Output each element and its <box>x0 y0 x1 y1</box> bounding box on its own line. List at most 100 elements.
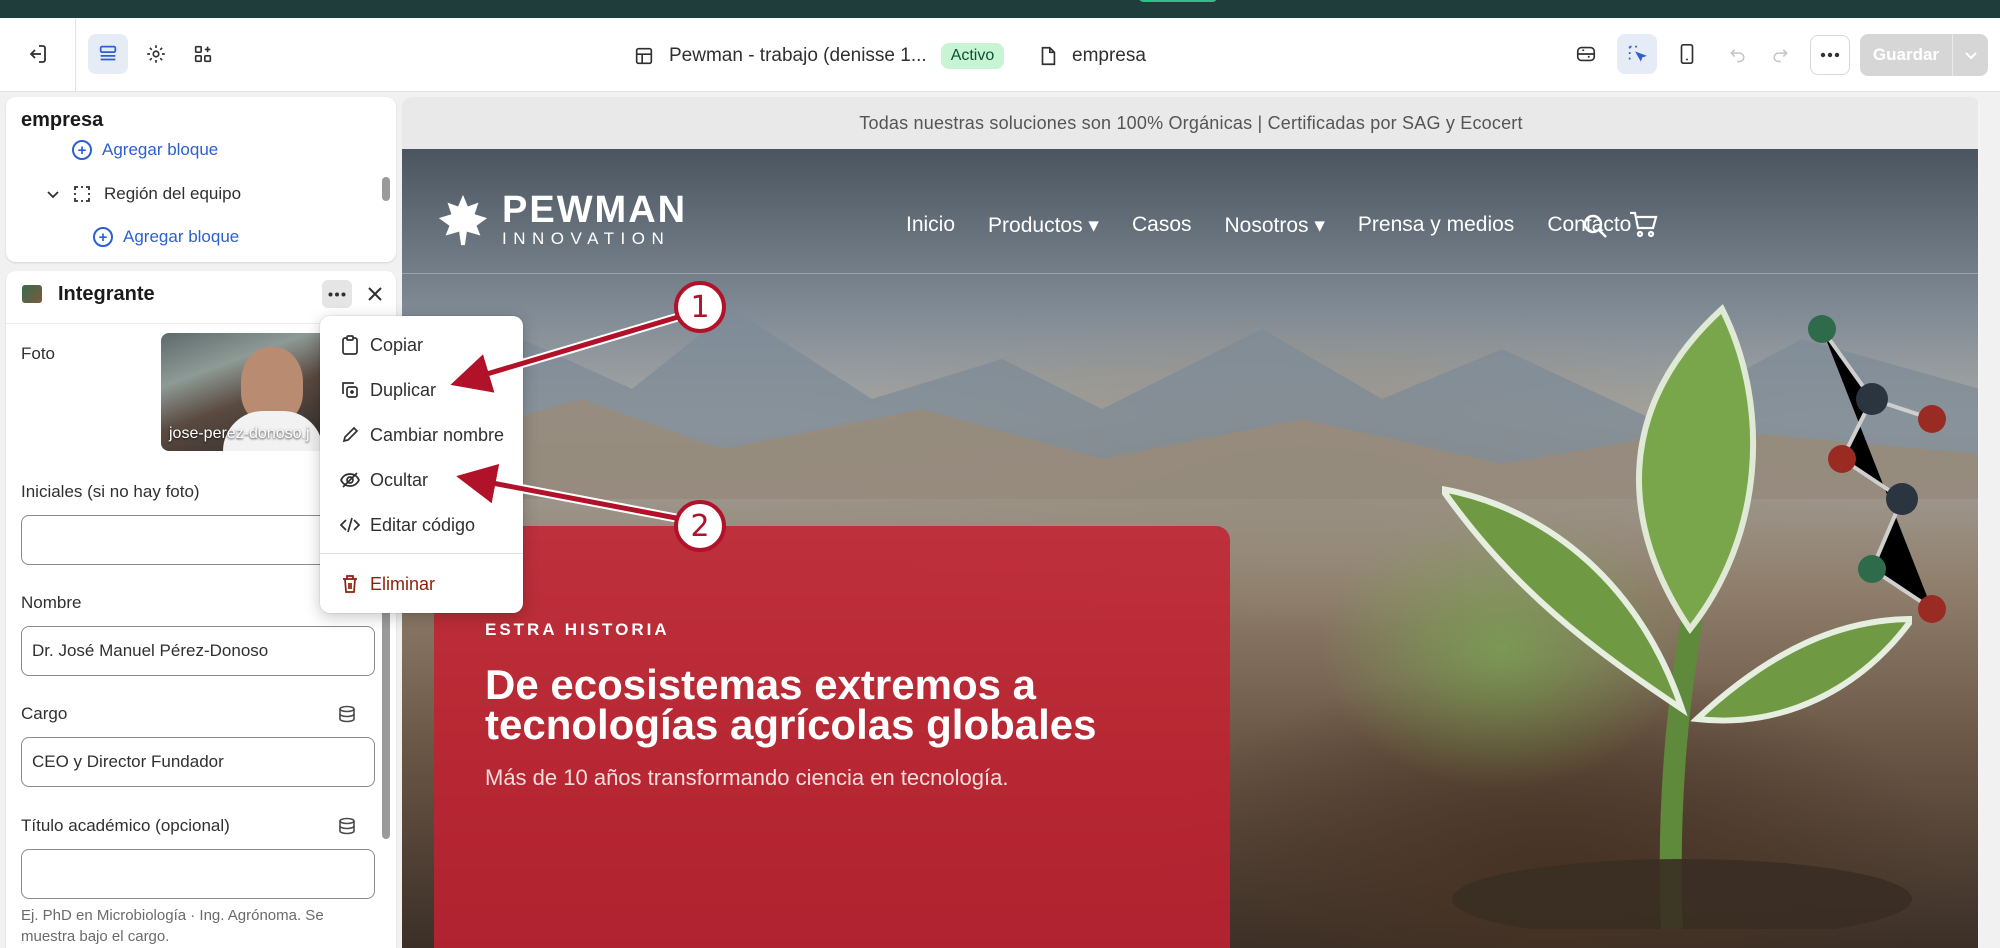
page-icon <box>1041 46 1056 66</box>
theme-status-badge: Activo <box>940 43 1005 69</box>
block-thumbnail-icon <box>22 285 42 303</box>
add-block-button[interactable]: + Agregar bloque <box>72 140 218 160</box>
sections-panel-title: empresa <box>21 109 104 131</box>
more-actions-button[interactable] <box>1810 35 1850 75</box>
select-cursor-icon <box>1628 45 1647 62</box>
sections-scrollbar[interactable] <box>382 177 390 201</box>
select-element-button[interactable] <box>1617 34 1657 74</box>
team-region-item[interactable]: Región del equipo <box>46 184 241 204</box>
menu-item-label: Cambiar nombre <box>370 424 505 445</box>
chevron-down-icon <box>47 191 59 199</box>
eye-off-icon <box>340 472 360 488</box>
dynamic-source-icon[interactable] <box>337 704 357 724</box>
block-title: Integrante <box>58 283 155 305</box>
apps-icon <box>194 45 212 63</box>
editor-toolbar: Pewman - trabajo (denisse 1... Activo em… <box>0 18 2000 92</box>
annotation-callout-1: 1 <box>674 281 726 333</box>
menu-item-copiar[interactable]: Copiar <box>320 325 523 365</box>
chevron-down-icon <box>1964 52 1977 60</box>
theme-selector[interactable]: Pewman - trabajo (denisse 1... Activo <box>633 42 1005 70</box>
cart-icon[interactable] <box>1628 209 1658 239</box>
menu-separator <box>320 553 523 554</box>
molecule-illustration <box>1808 315 1946 623</box>
duplicate-icon <box>342 382 358 398</box>
photo-label: Foto <box>21 344 56 363</box>
block-options-button[interactable] <box>322 280 352 308</box>
close-icon <box>368 287 382 301</box>
mobile-view-button[interactable] <box>1667 34 1707 74</box>
code-icon <box>340 517 360 533</box>
sections-button[interactable] <box>88 34 128 74</box>
exit-button[interactable] <box>17 34 57 74</box>
menu-item-editar-codigo[interactable]: Editar código <box>320 505 523 545</box>
template-name: empresa <box>1072 45 1146 66</box>
theme-layout-icon <box>635 47 653 65</box>
menu-item-eliminar[interactable]: Eliminar <box>320 564 523 604</box>
search-icon[interactable] <box>1582 213 1608 239</box>
exit-icon <box>29 45 46 63</box>
storefront-preview: Todas nuestras soluciones son 100% Orgán… <box>402 97 1980 948</box>
menu-item-cambiar-nombre[interactable]: Cambiar nombre <box>320 415 523 455</box>
top-strip-indicator <box>1138 0 1218 2</box>
nav-item-inicio[interactable]: Inicio <box>906 213 955 238</box>
save-button[interactable]: Guardar <box>1860 34 1988 76</box>
logo-tagline: INNOVATION <box>502 229 671 248</box>
sections-icon <box>99 45 117 61</box>
hero-eyebrow: ESTRA HISTORIA <box>485 620 670 639</box>
store-logo[interactable]: PEWMAN INNOVATION <box>434 191 687 249</box>
close-button[interactable] <box>362 281 388 312</box>
menu-item-ocultar[interactable]: Ocultar <box>320 460 523 500</box>
template-selector[interactable]: empresa <box>1038 42 1146 70</box>
nav-item-nosotros[interactable]: Nosotros ▾ <box>1225 213 1325 238</box>
gear-icon <box>147 45 165 63</box>
sections-panel: empresa + Agregar bloque Región del equi… <box>6 97 396 262</box>
redo-icon <box>1773 49 1788 63</box>
hero-banner: PEWMAN INNOVATION Inicio Productos ▾ Cas… <box>402 149 1980 948</box>
theme-name: Pewman - trabajo (denisse 1... <box>669 45 927 66</box>
toolbar-divider <box>75 18 76 92</box>
mobile-icon <box>1680 44 1694 64</box>
hero-subheadline: Más de 10 años transformando ciencia en … <box>485 765 1009 790</box>
degree-hint: Ej. PhD en Microbiología · Ing. Agrónoma… <box>21 907 324 945</box>
photo-picker[interactable]: jose-perez-donoso.j <box>161 333 331 451</box>
nav-item-casos[interactable]: Casos <box>1132 213 1192 238</box>
nav-item-productos[interactable]: Productos ▾ <box>988 213 1099 238</box>
more-horizontal-icon <box>328 292 346 296</box>
initials-label: Iniciales (si no hay foto) <box>21 482 200 501</box>
theme-settings-button[interactable] <box>136 34 176 74</box>
preview-scroll-track <box>1978 97 1980 948</box>
plus-circle-icon: + <box>72 140 92 160</box>
annotation-callout-2: 2 <box>674 500 726 552</box>
add-block-button-region[interactable]: + Agregar bloque <box>93 227 239 247</box>
nav-item-prensa[interactable]: Prensa y medios <box>1358 213 1514 238</box>
inspector-icon <box>1576 46 1596 62</box>
undo-button[interactable] <box>1718 34 1758 74</box>
logo-wordmark: PEWMAN <box>502 189 688 231</box>
main-navigation: Inicio Productos ▾ Casos Nosotros ▾ Pren… <box>906 213 1631 238</box>
dynamic-source-icon[interactable] <box>337 816 357 836</box>
menu-item-label: Duplicar <box>370 379 437 400</box>
save-options-chevron[interactable] <box>1953 50 1988 60</box>
menu-item-label: Eliminar <box>370 573 436 594</box>
region-icon <box>74 186 90 202</box>
menu-item-duplicar[interactable]: Duplicar <box>320 370 523 410</box>
add-block-label: Agregar bloque <box>102 140 219 159</box>
block-context-menu: Copiar Duplicar Cambiar nombre Ocultar E… <box>320 316 523 613</box>
role-field[interactable]: CEO y Director Fundador <box>21 737 375 787</box>
degree-label: Título académico (opcional) <box>21 816 230 835</box>
pencil-icon <box>342 426 359 443</box>
header-divider-line <box>402 273 1980 274</box>
role-label: Cargo <box>21 704 68 723</box>
region-label: Región del equipo <box>104 184 242 203</box>
degree-field[interactable] <box>21 849 375 899</box>
plus-circle-icon: + <box>93 227 113 247</box>
undo-icon <box>1730 49 1745 63</box>
apps-button[interactable] <box>183 34 223 74</box>
photo-filename: jose-perez-donoso.j <box>169 425 310 442</box>
save-button-label: Guardar <box>1872 45 1940 64</box>
name-field[interactable]: Dr. José Manuel Pérez-Donoso <box>21 626 375 676</box>
redo-button[interactable] <box>1760 34 1800 74</box>
menu-item-label: Editar código <box>370 514 476 535</box>
preview-inspector-button[interactable] <box>1566 34 1606 74</box>
menu-item-label: Copiar <box>370 334 424 355</box>
